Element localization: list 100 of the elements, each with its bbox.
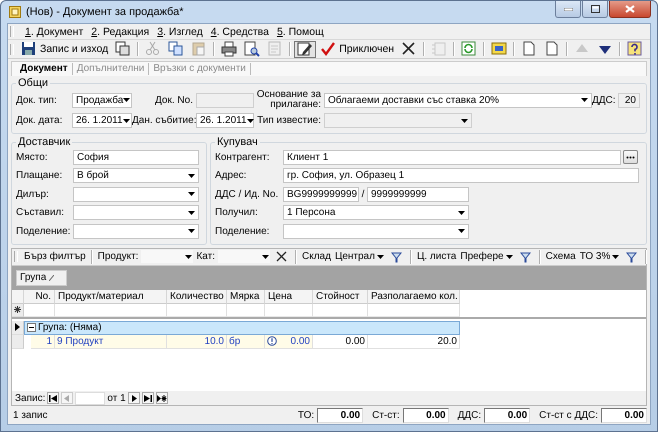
caret-icon [185,254,192,258]
toolbar-button[interactable]: Запис и изход [18,40,112,58]
column-header[interactable]: Цена [265,290,313,304]
save-icon [21,41,37,57]
cut-icon [145,41,162,57]
text-field[interactable]: BG9999999999 [283,186,359,202]
menu-item[interactable]: 5. Помощ [276,26,324,38]
new-row-cell[interactable] [167,304,227,316]
total-label: Ст-ст с ДДС: [539,410,598,420]
table-cell: бр [227,334,265,348]
app-icon [9,6,21,18]
field-label: ДДС: [592,94,617,106]
group-title: Доставчик [17,136,72,148]
column-header[interactable]: No. [24,290,55,304]
menu-item[interactable]: 2. Редакция [91,26,150,38]
new-row-cell[interactable] [368,304,460,316]
record-field[interactable] [75,392,106,404]
ellipsis-icon [626,156,635,159]
field-label: Контрагент: [215,152,270,163]
menu-item[interactable]: 1. Документ [25,26,84,38]
column-header[interactable]: Количество [167,290,227,304]
maximize-button[interactable] [582,1,608,18]
copy-icon [168,41,184,57]
toolbar-button[interactable]: Приключен [317,40,398,58]
table-cell: 0.00 [265,334,313,348]
column-header[interactable]: Разполагаемо кол. [368,290,460,304]
tab[interactable]: Документ [16,63,73,75]
dropdown[interactable]: Продажба [72,92,132,108]
table-cell: 0.00 [313,334,368,348]
dropdown[interactable] [141,250,194,263]
caret-icon [612,254,620,258]
new-row-cell[interactable] [265,304,313,316]
text-field[interactable]: Клиент 1 [283,150,621,165]
caret-icon [506,254,513,258]
filter-label: Бърз филтър [24,251,86,262]
new-row-cell[interactable] [227,304,265,316]
dropdown[interactable]: В брой [73,168,199,184]
new-row-cell[interactable] [24,304,55,316]
filter-label: Склад [302,251,331,262]
caret-icon [458,229,465,234]
caret-icon [123,98,130,102]
edit-button[interactable] [294,40,316,58]
caret-icon [262,254,269,258]
browse-button[interactable] [623,150,638,164]
field-label: Основание за прилагане: [256,90,322,110]
caret-icon [461,118,468,122]
dropdown[interactable] [218,250,270,263]
field-label: Тип известие: [256,116,322,126]
new-row-cell[interactable] [313,304,368,316]
total-field: 0.00 [402,408,449,422]
total-field: 0.00 [484,408,530,422]
text-field[interactable]: 9999999999 [367,186,469,202]
field-label: Док. дата: [16,115,64,126]
new-row-cell[interactable] [55,304,167,316]
record-count: 1 запис [13,410,48,420]
table-cell: 9 Продукт [55,334,167,348]
paste-icon [191,41,208,57]
group-row[interactable]: Група: (Няма) [24,320,460,334]
caret-icon [246,118,254,122]
next-record-button[interactable] [128,392,140,404]
dropdown[interactable]: 1 Персона [283,205,469,220]
table-cell: 1 [31,334,55,348]
dropdown[interactable]: Префере [459,250,514,263]
group-chip[interactable]: Група [16,270,68,286]
text-field[interactable]: гр. София, ул. Образец 1 [283,168,639,184]
checkmark-icon [320,41,336,57]
delete-icon [401,41,418,57]
last-record-button[interactable] [142,392,154,404]
dropdown[interactable]: Облагаеми доставки със ставка 20% [324,92,592,108]
document-icon [267,41,284,57]
field-label: ДДС / Ид. No. [215,188,280,200]
page-icon [544,41,560,57]
menu-item[interactable]: 4. Средства [210,26,269,38]
caret-icon [581,98,588,102]
asterisk-icon [14,306,21,313]
column-header[interactable]: Продукт/материал [55,290,167,304]
first-record-button[interactable] [47,392,60,404]
text-field[interactable]: София [73,150,199,165]
field-label: Дан. събитие: [132,115,196,126]
sort-icon [49,274,54,280]
close-button[interactable] [609,1,651,18]
caret-icon [458,210,465,215]
menu-item[interactable]: 3. Изглед [157,26,203,38]
date-picker[interactable]: 26. 1.2011 [196,113,254,128]
field-label: Получил: [215,207,259,218]
last-record-icon [142,394,153,402]
column-header[interactable]: Стойност [313,290,368,304]
date-picker[interactable]: 26. 1.2011 [72,113,132,128]
caret-icon [376,254,384,258]
record-count: от 1 [107,392,126,404]
dropdown[interactable]: Централ [334,250,385,263]
minimize-button[interactable] [555,1,581,18]
new-record-button[interactable] [156,392,168,404]
edit-icon [297,41,314,57]
refresh-icon [461,41,478,57]
column-header[interactable]: Мярка [227,290,265,304]
text-field: 20 [618,92,640,108]
field-label: Място: [16,152,49,163]
collapse-icon[interactable] [27,323,36,332]
list-icon [431,41,448,57]
